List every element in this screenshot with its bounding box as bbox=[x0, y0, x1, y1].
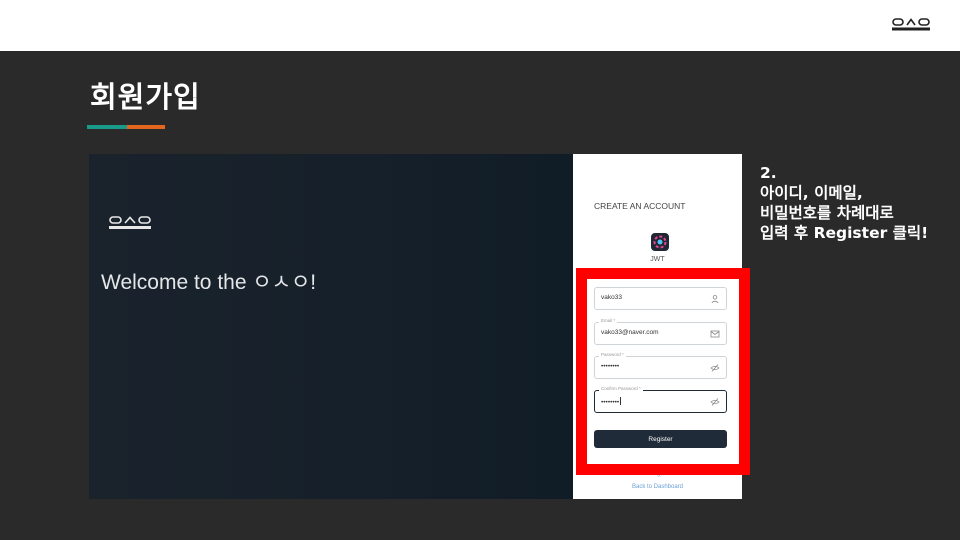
back-to-dashboard-link[interactable]: Back to Dashboard bbox=[573, 484, 742, 490]
instruction-line-3: 입력 후 Register 클릭! bbox=[760, 224, 929, 242]
red-highlight-box bbox=[576, 268, 750, 475]
instruction-line-1: 아이디, 이메일, bbox=[760, 184, 863, 202]
instruction-step: 2. bbox=[760, 164, 777, 182]
jwt-logo-icon bbox=[651, 233, 669, 251]
welcome-text: Welcome to the ㅇㅅㅇ! bbox=[101, 271, 317, 294]
app-name: JWT bbox=[650, 256, 665, 263]
title-accent-teal bbox=[87, 125, 127, 129]
welcome-hero: Welcome to the ㅇㅅㅇ! bbox=[89, 154, 573, 499]
title-accent-orange bbox=[127, 125, 165, 129]
brand-logo-icon bbox=[892, 18, 930, 31]
slide-title: 회원가입 bbox=[90, 80, 201, 114]
instruction-text: 2. 아이디, 이메일, 비밀번호를 차례대로 입력 후 Register 클릭… bbox=[760, 163, 928, 243]
top-bar bbox=[0, 0, 960, 51]
form-heading: CREATE AN ACCOUNT bbox=[594, 201, 686, 211]
instruction-line-2: 비밀번호를 차례대로 bbox=[760, 204, 894, 222]
brand-logo-icon bbox=[109, 216, 151, 229]
